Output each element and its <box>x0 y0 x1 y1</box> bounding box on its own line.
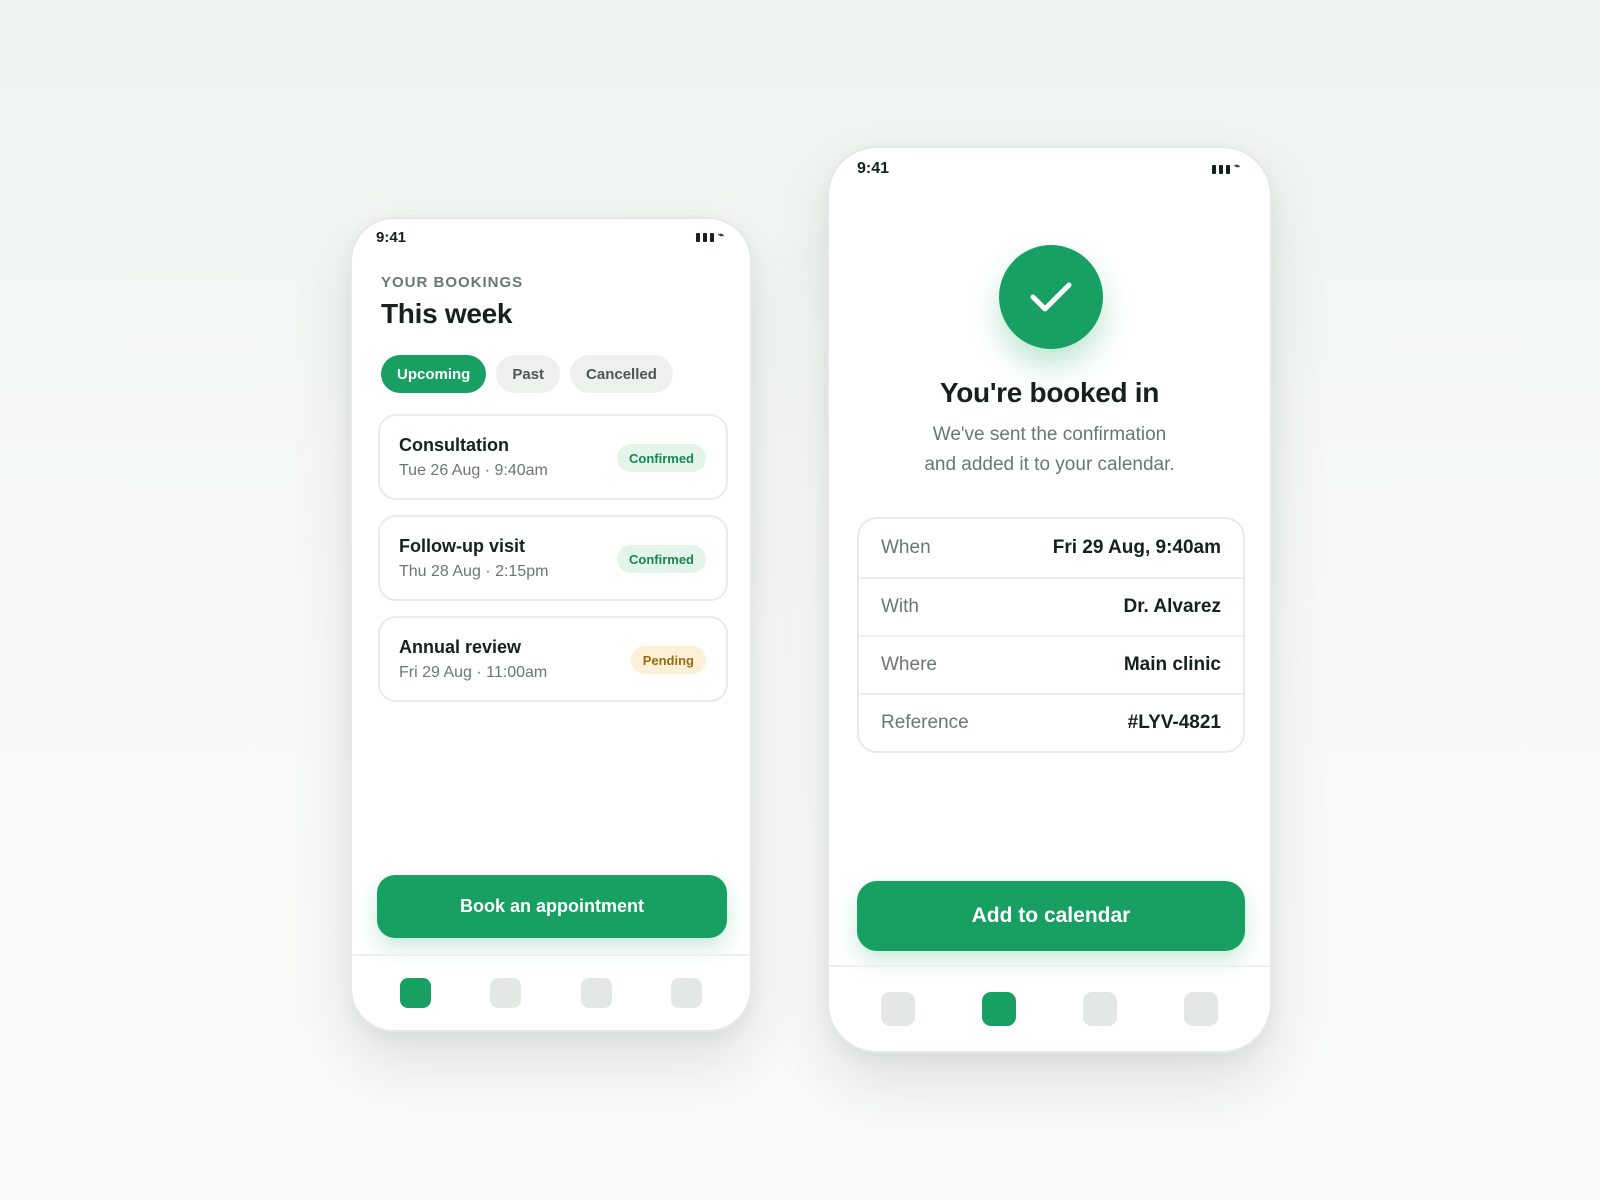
booking-date: Fri 29 Aug · 11:00am <box>399 664 548 681</box>
booking-card[interactable]: Annual review Fri 29 Aug · 11:00am Pendi… <box>378 616 728 702</box>
add-to-calendar-button[interactable]: Add to calendar <box>857 881 1245 951</box>
detail-value: Dr. Alvarez <box>1123 596 1221 617</box>
section-eyebrow: YOUR BOOKINGS <box>381 274 524 291</box>
status-time: 9:41 <box>857 160 890 177</box>
status-badge: Pending <box>630 646 706 674</box>
status-icons: ⌁ <box>1211 161 1240 174</box>
booking-title: Consultation <box>399 435 509 455</box>
signal-icon <box>695 233 714 242</box>
status-bar: 9:41 ⌁ <box>352 229 750 246</box>
nav-item-4-icon[interactable] <box>671 977 703 1008</box>
detail-row-when: When Fri 29 Aug, 9:40am <box>859 519 1243 577</box>
booking-date: Tue 26 Aug · 9:40am <box>399 462 548 479</box>
detail-label: With <box>881 596 919 617</box>
wifi-icon: ⌁ <box>1233 161 1240 172</box>
bottom-nav <box>829 965 1270 1050</box>
booking-tabs: Upcoming Past Cancelled <box>381 355 673 393</box>
detail-label: When <box>881 537 931 558</box>
book-appointment-button[interactable]: Book an appointment <box>377 875 727 938</box>
tab-upcoming[interactable]: Upcoming <box>381 355 487 393</box>
nav-item-3-icon[interactable] <box>580 977 612 1008</box>
tab-cancelled[interactable]: Cancelled <box>570 355 673 393</box>
success-badge <box>999 245 1103 349</box>
booking-date: Thu 28 Aug · 2:15pm <box>399 563 549 580</box>
nav-item-4-icon[interactable] <box>1184 991 1219 1026</box>
detail-label: Reference <box>881 712 969 733</box>
status-badge: Confirmed <box>617 545 706 573</box>
detail-row-where: Where Main clinic <box>859 635 1243 693</box>
nav-item-2-icon[interactable] <box>981 991 1016 1026</box>
detail-row-with: With Dr. Alvarez <box>859 577 1243 635</box>
detail-value: #LYV-4821 <box>1127 712 1221 733</box>
detail-value: Main clinic <box>1123 654 1221 675</box>
status-bar: 9:41 ⌁ <box>829 160 1270 178</box>
nav-item-2-icon[interactable] <box>490 977 522 1008</box>
status-badge: Confirmed <box>617 444 706 472</box>
nav-item-1-icon[interactable] <box>399 977 431 1008</box>
confirmation-title: You're booked in <box>939 377 1160 408</box>
nav-item-3-icon[interactable] <box>1083 991 1118 1026</box>
detail-value: Fri 29 Aug, 9:40am <box>1052 537 1221 558</box>
detail-label: Where <box>881 654 937 675</box>
tab-past[interactable]: Past <box>496 355 561 393</box>
booking-card[interactable]: Consultation Tue 26 Aug · 9:40am Confirm… <box>378 414 728 500</box>
booking-card[interactable]: Follow-up visit Thu 28 Aug · 2:15pm Conf… <box>378 515 728 601</box>
booking-title: Annual review <box>399 637 522 657</box>
bookings-screen: 9:41 ⌁ YOUR BOOKINGS This week Upcoming … <box>350 217 752 1032</box>
detail-row-reference: Reference #LYV-4821 <box>859 693 1243 751</box>
page-title: This week <box>381 298 513 329</box>
nav-item-1-icon[interactable] <box>880 991 915 1026</box>
subtitle-line: and added it to your calendar. <box>924 454 1175 475</box>
signal-icon <box>1211 164 1230 174</box>
subtitle-line: We've sent the confirmation <box>932 424 1167 445</box>
bottom-nav <box>352 954 750 1029</box>
status-time: 9:41 <box>376 229 407 246</box>
booking-details-card: When Fri 29 Aug, 9:40am With Dr. Alvarez… <box>857 517 1245 753</box>
booking-title: Follow-up visit <box>399 536 525 556</box>
confirmation-screen: 9:41 ⌁ You're booked in We've sent the c… <box>827 146 1272 1053</box>
wifi-icon: ⌁ <box>717 229 724 241</box>
checkmark-icon <box>1030 282 1072 312</box>
confirmation-subtitle: We've sent the confirmation and added it… <box>869 420 1230 480</box>
status-icons: ⌁ <box>695 229 724 243</box>
